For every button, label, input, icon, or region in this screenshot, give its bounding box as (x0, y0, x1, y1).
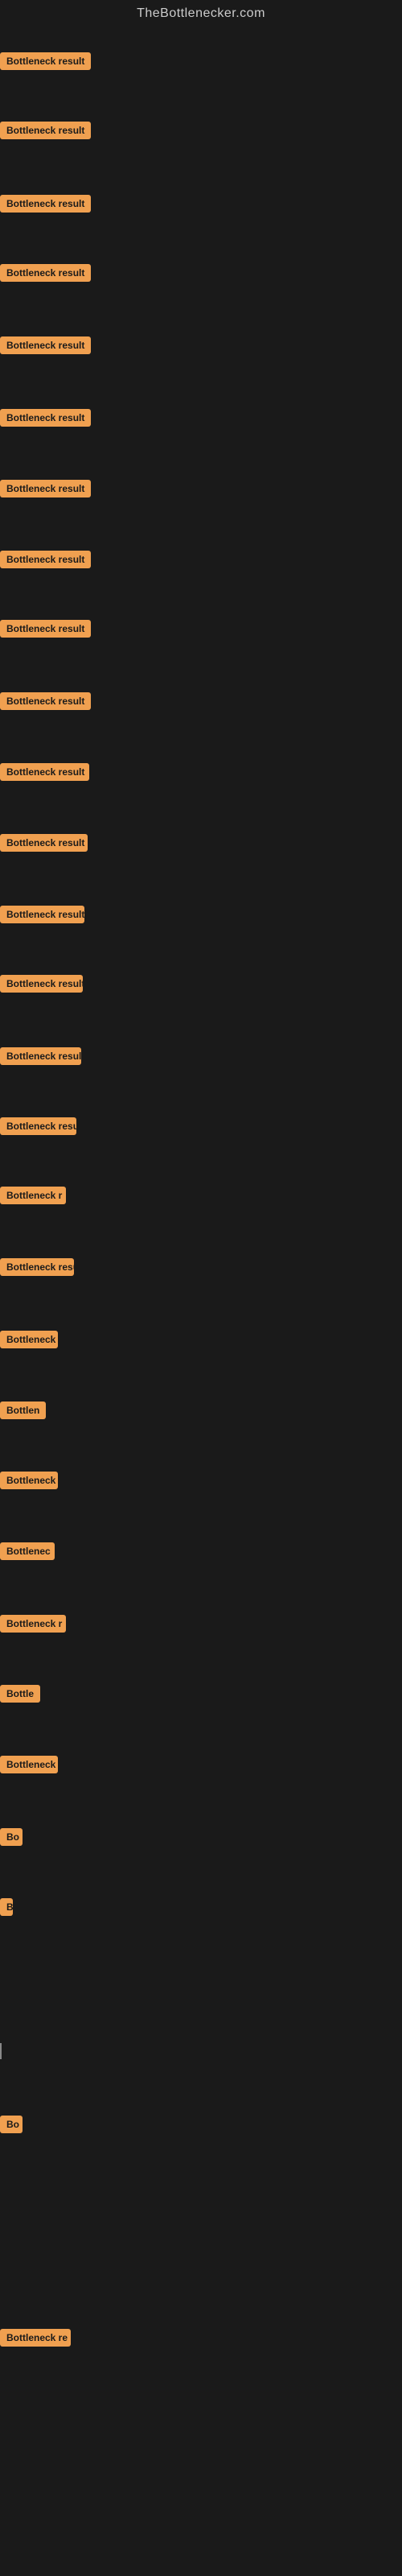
bottleneck-item-17: Bottleneck r (0, 1187, 66, 1208)
bottleneck-badge-15: Bottleneck result (0, 1047, 81, 1065)
bottleneck-item-21: Bottleneck (0, 1472, 58, 1493)
bottleneck-item-16: Bottleneck result (0, 1117, 76, 1139)
bottleneck-badge-17: Bottleneck r (0, 1187, 66, 1204)
bottleneck-item-24: Bottle (0, 1685, 40, 1707)
bottleneck-item-23: Bottleneck r (0, 1615, 66, 1637)
bottleneck-badge-6: Bottleneck result (0, 409, 91, 427)
bottleneck-item-3: Bottleneck result (0, 195, 91, 217)
bottleneck-item-18: Bottleneck resu (0, 1258, 74, 1280)
bottleneck-badge-16: Bottleneck result (0, 1117, 76, 1135)
bottleneck-badge-4: Bottleneck result (0, 264, 91, 282)
bottleneck-item-1: Bottleneck result (0, 52, 91, 74)
bottleneck-badge-22: Bottlenec (0, 1542, 55, 1560)
bottleneck-badge-27: B (0, 1898, 13, 1916)
bottleneck-item-8: Bottleneck result (0, 551, 91, 572)
bottleneck-item-7: Bottleneck result (0, 480, 91, 502)
bottleneck-badge-26: Bo (0, 1828, 23, 1846)
bottleneck-item-26: Bo (0, 1828, 23, 1850)
bottleneck-badge-18: Bottleneck resu (0, 1258, 74, 1276)
bottleneck-item-19: Bottleneck (0, 1331, 58, 1352)
vertical-line-28 (0, 2043, 2, 2059)
bottleneck-badge-7: Bottleneck result (0, 480, 91, 497)
bottleneck-badge-9: Bottleneck result (0, 620, 91, 638)
bottleneck-item-6: Bottleneck result (0, 409, 91, 431)
bottleneck-badge-12: Bottleneck result (0, 834, 88, 852)
bottleneck-item-5: Bottleneck result (0, 336, 91, 358)
bottleneck-badge-29: Bo (0, 2116, 23, 2133)
bottleneck-badge-23: Bottleneck r (0, 1615, 66, 1633)
bottleneck-item-25: Bottleneck (0, 1756, 58, 1777)
bottleneck-item-20: Bottlen (0, 1402, 46, 1423)
bottleneck-badge-10: Bottleneck result (0, 692, 91, 710)
bottleneck-item-14: Bottleneck result (0, 975, 83, 997)
bottleneck-item-29: Bo (0, 2116, 23, 2137)
site-title: TheBottlenecker.com (0, 0, 402, 31)
bottleneck-item-30: Bottleneck re (0, 2329, 71, 2351)
bottleneck-item-13: Bottleneck result (0, 906, 84, 927)
bottleneck-badge-5: Bottleneck result (0, 336, 91, 354)
bottleneck-badge-1: Bottleneck result (0, 52, 91, 70)
bottleneck-badge-30: Bottleneck re (0, 2329, 71, 2347)
bottleneck-badge-8: Bottleneck result (0, 551, 91, 568)
bottleneck-badge-11: Bottleneck result (0, 763, 89, 781)
bottleneck-item-10: Bottleneck result (0, 692, 91, 714)
bottleneck-badge-2: Bottleneck result (0, 122, 91, 139)
bottleneck-item-22: Bottlenec (0, 1542, 55, 1564)
bottleneck-badge-19: Bottleneck (0, 1331, 58, 1348)
bottleneck-badge-24: Bottle (0, 1685, 40, 1703)
bottleneck-badge-25: Bottleneck (0, 1756, 58, 1773)
bottleneck-item-11: Bottleneck result (0, 763, 89, 785)
bottleneck-badge-21: Bottleneck (0, 1472, 58, 1489)
bottleneck-badge-14: Bottleneck result (0, 975, 83, 993)
bottleneck-item-9: Bottleneck result (0, 620, 91, 642)
bottleneck-item-15: Bottleneck result (0, 1047, 81, 1069)
bottleneck-badge-3: Bottleneck result (0, 195, 91, 213)
bottleneck-item-27: B (0, 1898, 13, 1920)
bottleneck-badge-13: Bottleneck result (0, 906, 84, 923)
bottleneck-badge-20: Bottlen (0, 1402, 46, 1419)
bottleneck-item-28 (0, 2043, 2, 2059)
bottleneck-item-2: Bottleneck result (0, 122, 91, 143)
bottleneck-item-4: Bottleneck result (0, 264, 91, 286)
bottleneck-item-12: Bottleneck result (0, 834, 88, 856)
